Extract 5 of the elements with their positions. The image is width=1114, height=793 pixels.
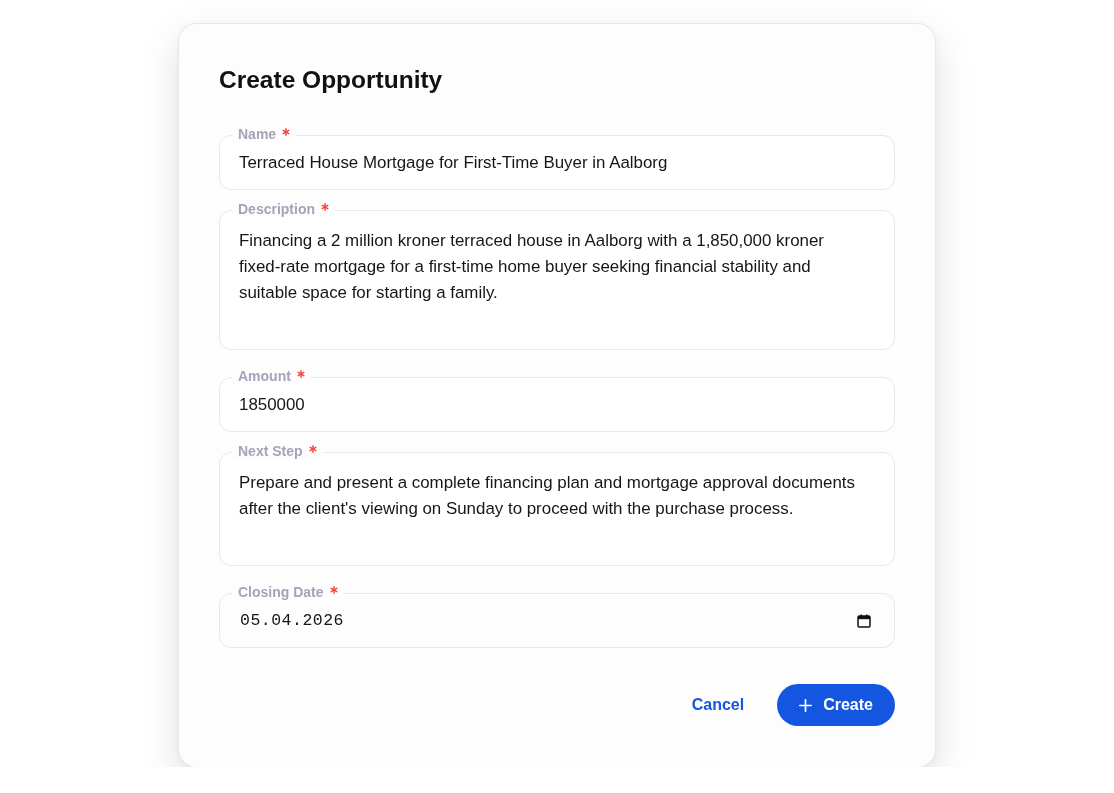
cancel-button[interactable]: Cancel (679, 688, 757, 722)
dialog-title: Create Opportunity (219, 66, 444, 94)
create-button[interactable]: Create (777, 684, 895, 726)
calendar-icon[interactable] (857, 613, 871, 628)
plus-icon (799, 698, 813, 712)
